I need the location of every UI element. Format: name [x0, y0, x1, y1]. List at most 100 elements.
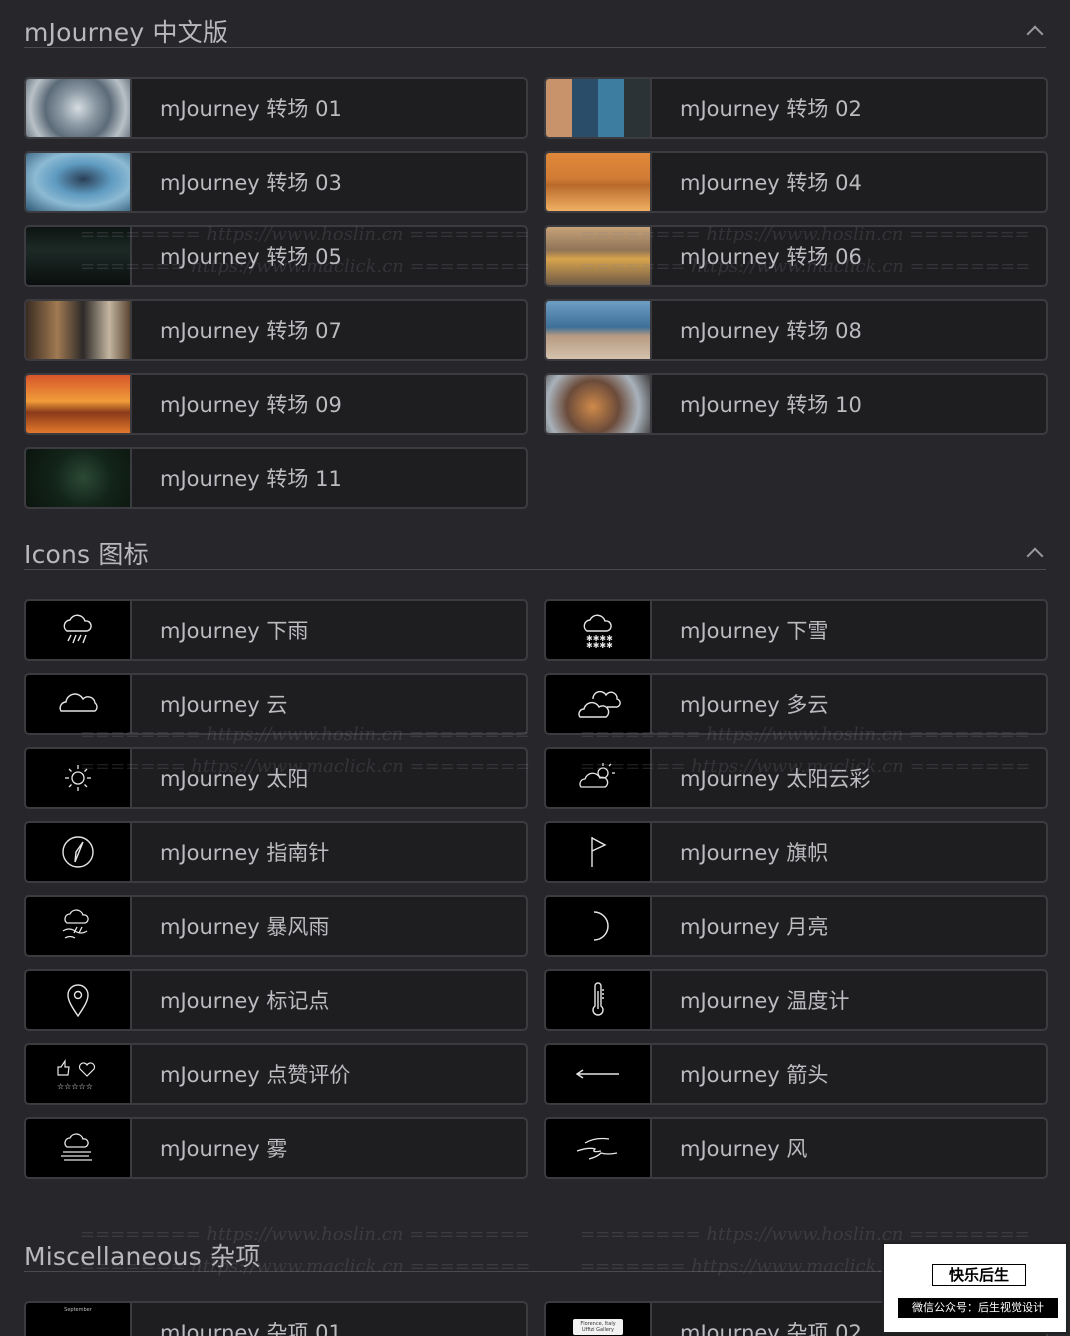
item-label: mJourney 标记点	[160, 989, 330, 1013]
item-label: mJourney 风	[680, 1137, 808, 1161]
list-item[interactable]: mJourney 转场 08	[544, 299, 1048, 361]
item-label: mJourney 箭头	[680, 1063, 829, 1087]
flag-icon	[546, 823, 652, 881]
svg-text:✱✱✱✱: ✱✱✱✱	[586, 641, 613, 650]
item-label: mJourney 下雪	[680, 619, 829, 643]
sun-cloud-icon	[546, 749, 652, 807]
item-label: mJourney 转场 01	[160, 97, 342, 121]
item-label: mJourney 转场 10	[680, 393, 862, 417]
thumbnail	[26, 449, 132, 507]
list-item[interactable]: mJourney 转场 05	[24, 225, 528, 287]
list-item[interactable]: mJourney 转场 07	[24, 299, 528, 361]
item-label: mJourney 下雨	[160, 619, 309, 643]
list-item[interactable]: mJourney 转场 10	[544, 373, 1048, 435]
arrow-icon	[546, 1045, 652, 1103]
list-item[interactable]: mJourney 指南针	[24, 821, 528, 883]
list-item[interactable]: mJourney 太阳	[24, 747, 528, 809]
item-label: mJourney 转场 07	[160, 319, 342, 343]
item-label: mJourney 转场 03	[160, 171, 342, 195]
thumbnail	[546, 227, 652, 285]
item-label: mJourney 转场 05	[160, 245, 342, 269]
thermometer-icon	[546, 971, 652, 1029]
list-item[interactable]: mJourney 温度计	[544, 969, 1048, 1031]
list-item[interactable]: mJourney 旗帜	[544, 821, 1048, 883]
calendar-thumbnail: September	[26, 1303, 132, 1336]
section-header-icons[interactable]: Icons 图标	[24, 536, 1046, 570]
list-item[interactable]: mJourney 多云	[544, 673, 1048, 735]
thumbnail	[26, 375, 132, 433]
storm-icon	[26, 897, 132, 955]
item-label: mJourney 转场 06	[680, 245, 862, 269]
item-label: mJourney 多云	[680, 693, 829, 717]
snow-icon: ✱✱✱✱ ✱✱✱✱	[546, 601, 652, 659]
list-item[interactable]: mJourney 标记点	[24, 969, 528, 1031]
item-label: mJourney 转场 08	[680, 319, 862, 343]
list-item[interactable]: mJourney 转场 02	[544, 77, 1048, 139]
list-item[interactable]: mJourney 月亮	[544, 895, 1048, 957]
item-label: mJourney 杂项 01	[160, 1321, 342, 1336]
wechat-account: 微信公众号：后生视觉设计	[898, 1298, 1058, 1318]
item-label: mJourney 暴风雨	[160, 915, 330, 939]
list-item[interactable]: mJourney 雾	[24, 1117, 528, 1179]
list-item[interactable]: mJourney 太阳云彩	[544, 747, 1048, 809]
section-title: mJourney 中文版	[24, 17, 229, 47]
rain-icon	[26, 601, 132, 659]
list-item[interactable]: mJourney 转场 03	[24, 151, 528, 213]
list-item[interactable]: mJourney 转场 11	[24, 447, 528, 509]
item-label: mJourney 太阳云彩	[680, 767, 871, 791]
list-item[interactable]: mJourney 转场 01	[24, 77, 528, 139]
item-label: mJourney 雾	[160, 1137, 288, 1161]
thumbnail	[546, 375, 652, 433]
section-title: Icons 图标	[24, 539, 149, 569]
list-item[interactable]: mJourney 云	[24, 673, 528, 735]
thumb-text: Florence, Italy Uffizi Gallery	[573, 1319, 623, 1335]
list-item[interactable]: mJourney 箭头	[544, 1043, 1048, 1105]
list-item[interactable]: mJourney 转场 06	[544, 225, 1048, 287]
wind-icon	[546, 1119, 652, 1177]
sun-icon	[26, 749, 132, 807]
cloudy-icon	[546, 675, 652, 733]
chevron-up-icon[interactable]	[1024, 542, 1046, 564]
wechat-name: 快乐后生	[932, 1264, 1026, 1286]
item-label: mJourney 指南针	[160, 841, 330, 865]
item-label: mJourney 转场 04	[680, 171, 862, 195]
item-label: mJourney 转场 02	[680, 97, 862, 121]
fog-icon	[26, 1119, 132, 1177]
cloud-icon	[26, 675, 132, 733]
item-label: mJourney 旗帜	[680, 841, 829, 865]
list-item[interactable]: mJourney 暴风雨	[24, 895, 528, 957]
section-title: Miscellaneous 杂项	[24, 1241, 261, 1271]
list-item[interactable]: mJourney 转场 09	[24, 373, 528, 435]
thumbnail	[546, 153, 652, 211]
list-item[interactable]: mJourney 风	[544, 1117, 1048, 1179]
moon-icon	[546, 897, 652, 955]
thumbnail	[546, 301, 652, 359]
item-label: mJourney 点赞评价	[160, 1063, 351, 1087]
item-label: mJourney 月亮	[680, 915, 829, 939]
wechat-badge: 快乐后生 微信公众号：后生视觉设计	[882, 1242, 1068, 1334]
thumbnail	[546, 79, 652, 137]
list-item[interactable]: mJourney 下雨	[24, 599, 528, 661]
like-rating-icon: ☆☆☆☆☆	[26, 1045, 132, 1103]
thumbnail	[26, 79, 132, 137]
item-label: mJourney 温度计	[680, 989, 850, 1013]
thumbnail	[26, 153, 132, 211]
thumb-text: September	[64, 1307, 92, 1313]
thumbnail	[26, 227, 132, 285]
item-label: mJourney 转场 09	[160, 393, 342, 417]
section-header-mjourney[interactable]: mJourney 中文版	[24, 14, 1046, 48]
compass-icon	[26, 823, 132, 881]
list-item[interactable]: September mJourney 杂项 01	[24, 1301, 528, 1336]
list-item[interactable]: ☆☆☆☆☆ mJourney 点赞评价	[24, 1043, 528, 1105]
svg-text:☆☆☆☆☆: ☆☆☆☆☆	[57, 1082, 93, 1091]
item-label: mJourney 云	[160, 693, 288, 717]
item-label: mJourney 太阳	[160, 767, 309, 791]
map-pin-icon	[26, 971, 132, 1029]
thumbnail	[26, 301, 132, 359]
item-label: mJourney 杂项 02	[680, 1321, 862, 1336]
list-item[interactable]: ✱✱✱✱ ✱✱✱✱ mJourney 下雪	[544, 599, 1048, 661]
item-label: mJourney 转场 11	[160, 467, 342, 491]
list-item[interactable]: mJourney 转场 04	[544, 151, 1048, 213]
museum-card-thumbnail: Florence, Italy Uffizi Gallery	[546, 1303, 652, 1336]
chevron-up-icon[interactable]	[1024, 20, 1046, 42]
